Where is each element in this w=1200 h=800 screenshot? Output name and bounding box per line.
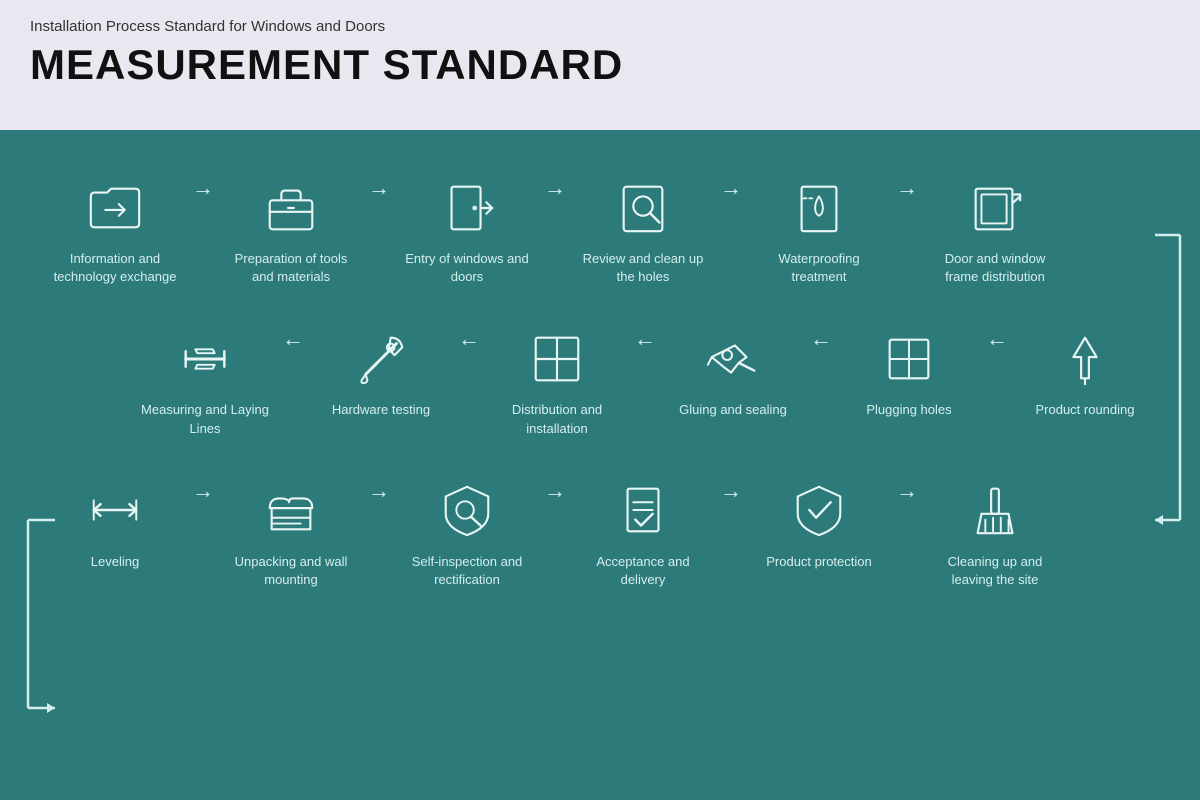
step-entry: Entry of windows and doors xyxy=(392,175,542,286)
protect-icon xyxy=(787,478,852,543)
level-icon xyxy=(83,478,148,543)
round-icon xyxy=(1053,326,1118,391)
arrow-3-3-4: → xyxy=(544,478,566,504)
step-unpacking-label: Unpacking and wall mounting xyxy=(226,553,356,589)
row-2: Product rounding ← Plugging holes ← xyxy=(40,326,1160,437)
step-plugging: Plugging holes xyxy=(834,326,984,419)
step-distribution-label: Distribution and installation xyxy=(492,401,622,437)
glue-icon xyxy=(701,326,766,391)
step-measuring-label: Measuring and Laying Lines xyxy=(140,401,270,437)
header-subtitle: Installation Process Standard for Window… xyxy=(30,18,1170,35)
arrow-3-2-3: → xyxy=(368,478,390,504)
step-review-label: Review and clean up the holes xyxy=(578,250,708,286)
arrow-r-12: ← xyxy=(282,326,304,352)
header-title: MEASUREMENT STANDARD xyxy=(30,41,1170,89)
unpack-icon xyxy=(259,478,324,543)
measure-icon xyxy=(173,326,238,391)
step-frame: Door and window frame distribution xyxy=(920,175,1070,286)
waterproof-icon xyxy=(787,175,852,240)
folder-icon xyxy=(83,175,148,240)
arrow-4-5: → xyxy=(720,175,742,201)
step-info: Information and technology exchange xyxy=(40,175,190,286)
arrow-1-2: → xyxy=(192,175,214,201)
step-entry-label: Entry of windows and doors xyxy=(402,250,532,286)
step-waterproof: Waterproofing treatment xyxy=(744,175,894,286)
arrow-3-4-5: → xyxy=(720,478,742,504)
step-unpacking: Unpacking and wall mounting xyxy=(216,478,366,589)
step-leveling: Leveling xyxy=(40,478,190,571)
step-rounding: Product rounding xyxy=(1010,326,1160,419)
arrow-r-56: ← xyxy=(986,326,1008,352)
step-leveling-label: Leveling xyxy=(91,553,139,571)
accept-icon xyxy=(611,478,676,543)
distribute-icon xyxy=(525,326,590,391)
toolbox-icon xyxy=(259,175,324,240)
step-hardware-label: Hardware testing xyxy=(332,401,430,419)
clean-icon xyxy=(963,478,1028,543)
plug-icon xyxy=(877,326,942,391)
arrow-3-5-6: → xyxy=(896,478,918,504)
search-icon xyxy=(611,175,676,240)
row-1: Information and technology exchange → Pr… xyxy=(40,175,1160,286)
step-gluing-label: Gluing and sealing xyxy=(679,401,787,419)
step-hardware: Hardware testing xyxy=(306,326,456,419)
step-self-inspect-label: Self-inspection and rectification xyxy=(402,553,532,589)
step-waterproof-label: Waterproofing treatment xyxy=(754,250,884,286)
step-tools: Preparation of tools and materials xyxy=(216,175,366,286)
step-acceptance-label: Acceptance and delivery xyxy=(578,553,708,589)
step-plugging-label: Plugging holes xyxy=(866,401,951,419)
header: Installation Process Standard for Window… xyxy=(0,0,1200,130)
inspect-icon xyxy=(435,478,500,543)
step-protection-label: Product protection xyxy=(766,553,872,571)
arrow-5-6: → xyxy=(896,175,918,201)
arrow-r-45: ← xyxy=(810,326,832,352)
arrow-3-1-2: → xyxy=(192,478,214,504)
main-content: Information and technology exchange → Pr… xyxy=(0,130,1200,800)
step-rounding-label: Product rounding xyxy=(1035,401,1134,419)
step-distribution: Distribution and installation xyxy=(482,326,632,437)
arrow-2-3: → xyxy=(368,175,390,201)
door-entry-icon xyxy=(435,175,500,240)
step-measuring: Measuring and Laying Lines xyxy=(130,326,280,437)
frame-icon xyxy=(963,175,1028,240)
step-info-label: Information and technology exchange xyxy=(50,250,180,286)
hardware-icon xyxy=(349,326,414,391)
step-acceptance: Acceptance and delivery xyxy=(568,478,718,589)
arrow-r-23: ← xyxy=(458,326,480,352)
arrow-r-34: ← xyxy=(634,326,656,352)
step-cleaning: Cleaning up and leaving the site xyxy=(920,478,1070,589)
arrow-3-4: → xyxy=(544,175,566,201)
step-tools-label: Preparation of tools and materials xyxy=(226,250,356,286)
step-cleaning-label: Cleaning up and leaving the site xyxy=(930,553,1060,589)
step-protection: Product protection xyxy=(744,478,894,571)
step-self-inspect: Self-inspection and rectification xyxy=(392,478,542,589)
step-frame-label: Door and window frame distribution xyxy=(930,250,1060,286)
step-gluing: Gluing and sealing xyxy=(658,326,808,419)
row-3: Leveling → Unpacking and wall mounting → xyxy=(40,478,1160,589)
step-review: Review and clean up the holes xyxy=(568,175,718,286)
